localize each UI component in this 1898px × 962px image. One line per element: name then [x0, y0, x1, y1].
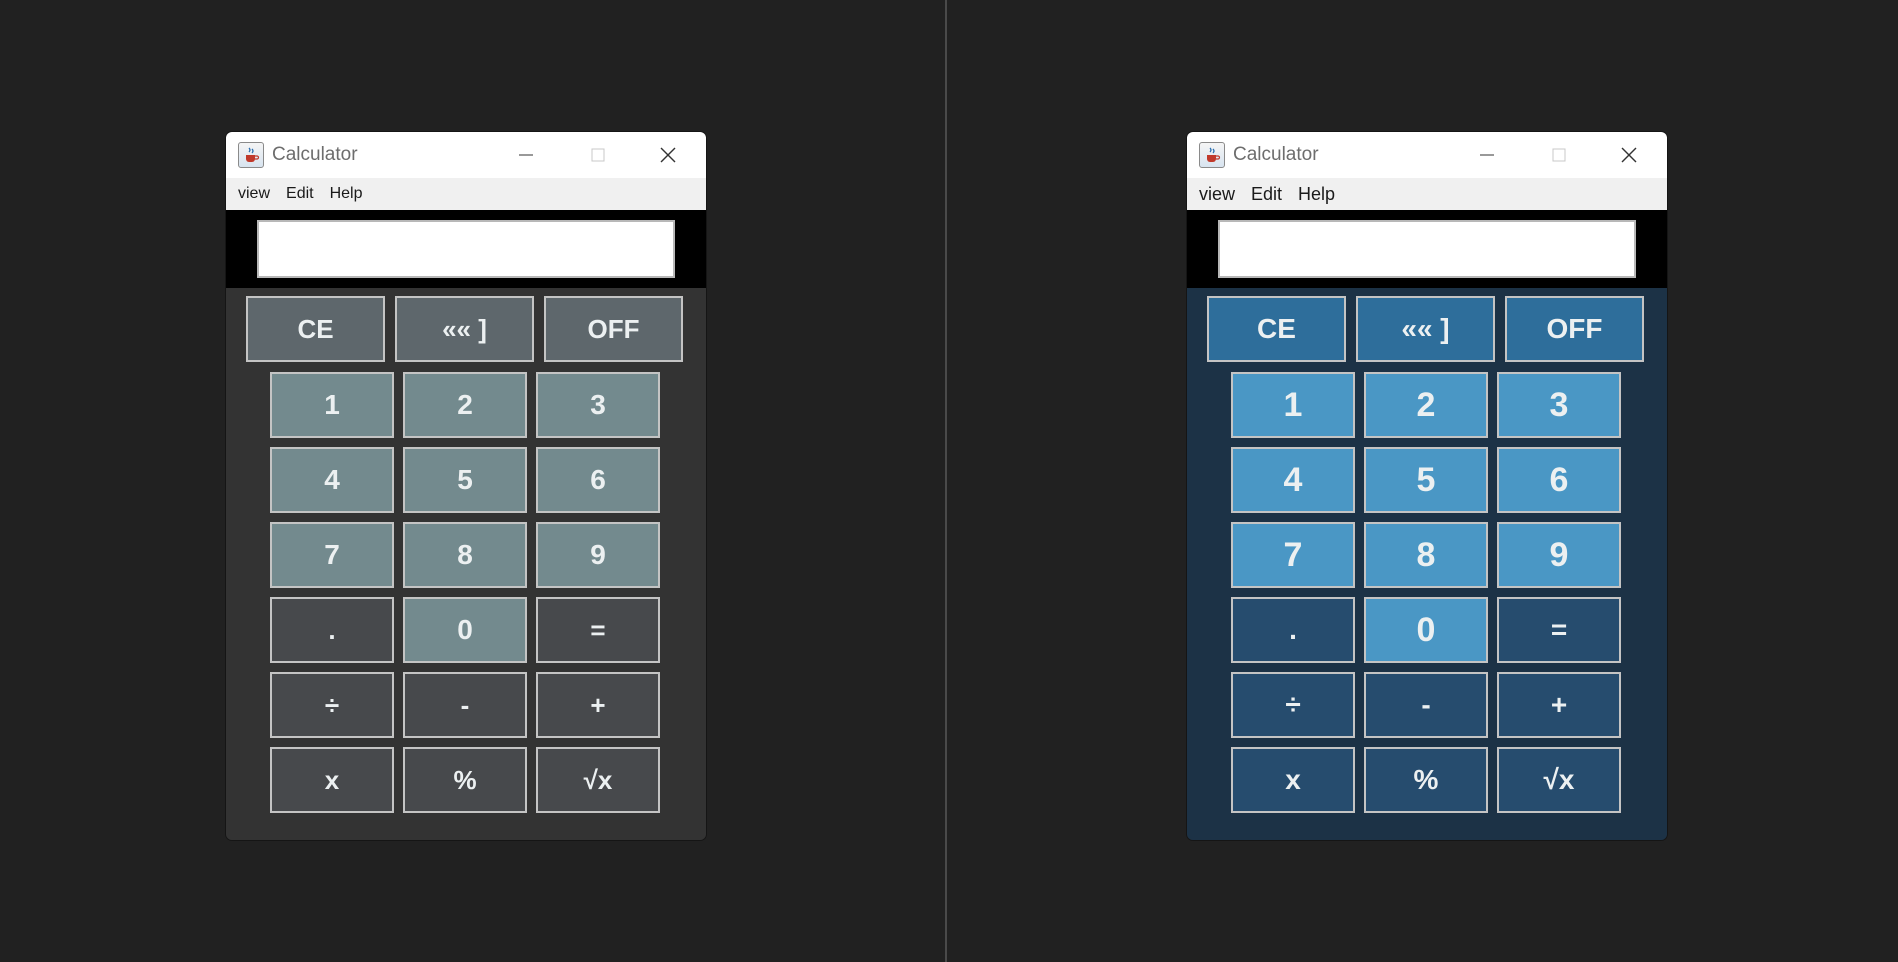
- backspace-button[interactable]: «« ]: [395, 296, 534, 362]
- multiply-button[interactable]: x: [270, 747, 394, 813]
- digit-6-button[interactable]: 6: [1497, 447, 1621, 513]
- title-bar[interactable]: Calculator: [226, 132, 706, 178]
- minimize-icon[interactable]: [496, 132, 556, 178]
- digit-1-button[interactable]: 1: [270, 372, 394, 438]
- add-button[interactable]: +: [1497, 672, 1621, 738]
- percent-button[interactable]: %: [1364, 747, 1488, 813]
- calculator-window-dark-gray: Calculator view Edit Help CE «« ] OFF 1 …: [226, 132, 706, 840]
- subtract-button[interactable]: -: [403, 672, 527, 738]
- java-cup-icon: [238, 142, 264, 168]
- backspace-button[interactable]: «« ]: [1356, 296, 1495, 362]
- digit-3-button[interactable]: 3: [536, 372, 660, 438]
- menu-help[interactable]: Help: [322, 185, 371, 203]
- digit-8-button[interactable]: 8: [403, 522, 527, 588]
- digit-5-button[interactable]: 5: [1364, 447, 1488, 513]
- clear-entry-button[interactable]: CE: [246, 296, 385, 362]
- menu-view[interactable]: view: [230, 185, 278, 203]
- decimal-point-button[interactable]: .: [270, 597, 394, 663]
- subtract-button[interactable]: -: [1364, 672, 1488, 738]
- digit-1-button[interactable]: 1: [1231, 372, 1355, 438]
- digit-3-button[interactable]: 3: [1497, 372, 1621, 438]
- menu-bar: view Edit Help: [1187, 178, 1667, 210]
- maximize-icon[interactable]: [568, 132, 628, 178]
- screen-divider: [945, 0, 947, 962]
- digit-9-button[interactable]: 9: [1497, 522, 1621, 588]
- close-icon[interactable]: [638, 132, 698, 178]
- decimal-point-button[interactable]: .: [1231, 597, 1355, 663]
- window-title: Calculator: [1233, 144, 1319, 165]
- digit-0-button[interactable]: 0: [1364, 597, 1488, 663]
- java-cup-icon: [1199, 142, 1225, 168]
- square-root-button[interactable]: √x: [1497, 747, 1621, 813]
- display-panel: [226, 210, 706, 288]
- digit-0-button[interactable]: 0: [403, 597, 527, 663]
- title-bar[interactable]: Calculator: [1187, 132, 1667, 178]
- display-panel: [1187, 210, 1667, 288]
- menu-view[interactable]: view: [1191, 184, 1243, 205]
- square-root-button[interactable]: √x: [536, 747, 660, 813]
- close-icon[interactable]: [1599, 132, 1659, 178]
- display-field[interactable]: [1218, 220, 1636, 278]
- digit-4-button[interactable]: 4: [270, 447, 394, 513]
- off-button[interactable]: OFF: [544, 296, 683, 362]
- window-title: Calculator: [272, 144, 358, 165]
- digit-4-button[interactable]: 4: [1231, 447, 1355, 513]
- maximize-icon[interactable]: [1529, 132, 1589, 178]
- menu-edit[interactable]: Edit: [1243, 184, 1290, 205]
- keypad: CE «« ] OFF 1 2 3 4 5 6 7 8 9 . 0 = ÷ - …: [1187, 288, 1667, 840]
- menu-bar: view Edit Help: [226, 178, 706, 210]
- digit-9-button[interactable]: 9: [536, 522, 660, 588]
- keypad: CE «« ] OFF 1 2 3 4 5 6 7 8 9 . 0 = ÷ - …: [226, 288, 706, 840]
- off-button[interactable]: OFF: [1505, 296, 1644, 362]
- multiply-button[interactable]: x: [1231, 747, 1355, 813]
- divide-button[interactable]: ÷: [1231, 672, 1355, 738]
- equals-button[interactable]: =: [1497, 597, 1621, 663]
- digit-5-button[interactable]: 5: [403, 447, 527, 513]
- calculator-window-blue: Calculator view Edit Help CE «« ] OFF 1 …: [1187, 132, 1667, 840]
- digit-2-button[interactable]: 2: [1364, 372, 1488, 438]
- digit-7-button[interactable]: 7: [270, 522, 394, 588]
- digit-8-button[interactable]: 8: [1364, 522, 1488, 588]
- minimize-icon[interactable]: [1457, 132, 1517, 178]
- percent-button[interactable]: %: [403, 747, 527, 813]
- divide-button[interactable]: ÷: [270, 672, 394, 738]
- clear-entry-button[interactable]: CE: [1207, 296, 1346, 362]
- menu-edit[interactable]: Edit: [278, 185, 322, 203]
- display-field[interactable]: [257, 220, 675, 278]
- digit-7-button[interactable]: 7: [1231, 522, 1355, 588]
- equals-button[interactable]: =: [536, 597, 660, 663]
- digit-6-button[interactable]: 6: [536, 447, 660, 513]
- menu-help[interactable]: Help: [1290, 184, 1343, 205]
- digit-2-button[interactable]: 2: [403, 372, 527, 438]
- add-button[interactable]: +: [536, 672, 660, 738]
